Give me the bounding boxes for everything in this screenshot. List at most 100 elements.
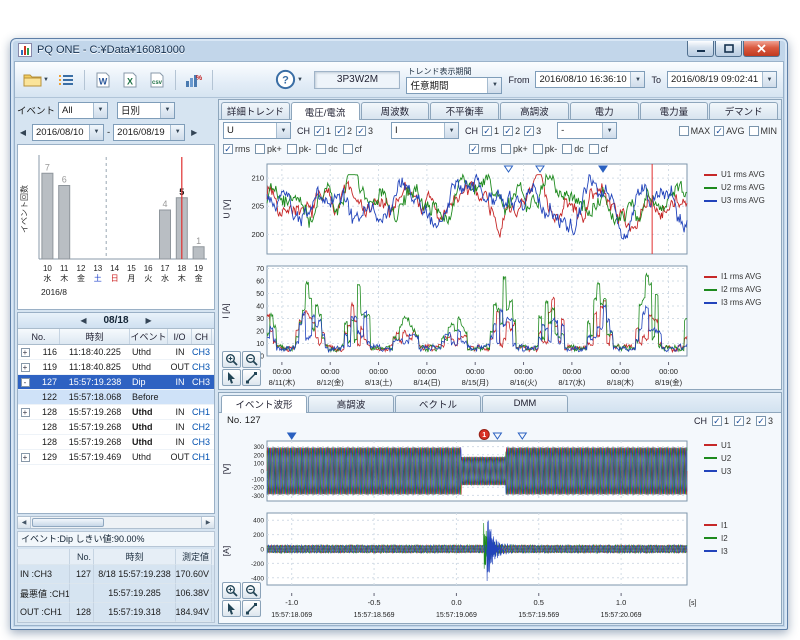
trend-i-pkminus-checkbox-box[interactable] — [533, 144, 543, 154]
dropdown-arrow-icon[interactable]: ▼ — [762, 72, 776, 87]
dropdown-arrow-icon[interactable]: ▼ — [93, 103, 107, 118]
voltage-trend-chart[interactable]: 200205210 — [233, 158, 699, 260]
wave-ch2-checkbox-box[interactable]: ✓ — [734, 416, 744, 426]
tab-wave-harmonics[interactable]: 高調波 — [308, 395, 394, 412]
trend-u-ch2-checkbox[interactable]: ✓2 — [335, 126, 352, 136]
close-button[interactable] — [743, 41, 780, 57]
tab-vector[interactable]: ベクトル — [395, 395, 481, 412]
trend-i-rms-checkbox-box[interactable]: ✓ — [469, 144, 479, 154]
row-expander[interactable]: + — [18, 453, 32, 462]
trend-i-ch1-checkbox-box[interactable]: ✓ — [482, 126, 492, 136]
extra-item-select[interactable]: -▼ — [557, 122, 617, 139]
event-row-119[interactable]: +11911:18:40.825UthdOUTCH3 — [18, 360, 214, 375]
dropdown-arrow-icon[interactable]: ▼ — [444, 123, 458, 138]
trend-period-select[interactable]: 任意期間 ▼ — [406, 77, 502, 94]
wave-ch1-checkbox[interactable]: ✓1 — [712, 416, 729, 426]
dropdown-arrow-icon[interactable]: ▼ — [602, 123, 616, 138]
event-count-bar-chart[interactable]: 710水611木12金13土14日15月16火417水518木119金イベント回… — [19, 147, 211, 307]
trend-i-cf-checkbox-box[interactable] — [589, 144, 599, 154]
expand-icon[interactable]: + — [21, 363, 30, 372]
trend-u-rms-checkbox[interactable]: ✓rms — [223, 144, 250, 154]
trend-stat-min-checkbox-box[interactable] — [749, 126, 759, 136]
trend-u-ch1-checkbox-box[interactable]: ✓ — [314, 126, 324, 136]
trend-zoom-in-button[interactable] — [222, 351, 241, 368]
wave-ch3-checkbox[interactable]: ✓3 — [756, 416, 773, 426]
current-trend-chart[interactable]: 010203040506070 — [233, 260, 699, 362]
collapse-icon[interactable]: - — [21, 378, 30, 387]
trend-i-ch3-checkbox[interactable]: ✓3 — [524, 126, 541, 136]
trend-u-pkminus-checkbox[interactable]: pk- — [287, 144, 312, 154]
trend-i-dc-checkbox-box[interactable] — [562, 144, 572, 154]
from-datetime-input[interactable]: 2016/08/10 16:36:10 ▼ — [535, 71, 645, 88]
trend-stat-max-checkbox[interactable]: MAX — [679, 126, 711, 136]
trend-u-ch3-checkbox-box[interactable]: ✓ — [356, 126, 366, 136]
trend-u-dc-checkbox[interactable]: dc — [316, 144, 338, 154]
trend-i-ch2-checkbox[interactable]: ✓2 — [503, 126, 520, 136]
scrollbar-thumb[interactable] — [32, 518, 104, 527]
trend-u-pkplus-checkbox[interactable]: pk+ — [255, 144, 282, 154]
tab-unbalance[interactable]: 不平衡率 — [430, 102, 499, 119]
trend-i-ch2-checkbox-box[interactable]: ✓ — [503, 126, 513, 136]
trend-u-cf-checkbox-box[interactable] — [343, 144, 353, 154]
harmonic-graph-icon[interactable]: % — [182, 68, 206, 92]
prev-day-button[interactable]: ◀ — [77, 316, 89, 325]
trend-i-pkplus-checkbox-box[interactable] — [501, 144, 511, 154]
tab-detail-trend[interactable]: 詳細トレンド — [221, 102, 290, 119]
tab-event-waveform[interactable]: イベント波形 — [221, 395, 307, 413]
tab-voltage-current[interactable]: 電圧/電流 — [291, 102, 360, 120]
trend-u-dc-checkbox-box[interactable] — [316, 144, 326, 154]
dropdown-arrow-icon[interactable]: ▼ — [170, 125, 184, 140]
open-folder-icon-dropdown-arrow[interactable]: ▼ — [43, 77, 49, 83]
voltage-item-select[interactable]: U▼ — [223, 122, 291, 139]
scroll-right-button[interactable]: ▶ — [201, 517, 214, 528]
dropdown-arrow-icon[interactable]: ▼ — [487, 78, 501, 93]
help-icon-dropdown-arrow[interactable]: ▼ — [297, 77, 303, 83]
trend-stat-min-checkbox[interactable]: MIN — [749, 126, 778, 136]
dropdown-arrow-icon[interactable]: ▼ — [160, 103, 174, 118]
tab-power[interactable]: 電力 — [570, 102, 639, 119]
tab-harmonics[interactable]: 高調波 — [500, 102, 569, 119]
export-csv-icon[interactable]: csv — [145, 68, 169, 92]
expand-icon[interactable]: + — [21, 453, 30, 462]
event-row-127[interactable]: -12715:57:19.238DipINCH3 — [18, 375, 214, 390]
event-row-116[interactable]: +11611:18:40.225UthdINCH3 — [18, 345, 214, 360]
wave-ch1-checkbox-box[interactable]: ✓ — [712, 416, 722, 426]
waveform-cursor-button[interactable] — [222, 600, 241, 617]
waveform-zoom-out-button[interactable] — [242, 582, 261, 599]
expand-icon[interactable]: + — [21, 408, 30, 417]
next-range-button[interactable]: ▶ — [188, 128, 200, 137]
current-waveform-chart[interactable]: -400-2000200400 — [233, 509, 699, 593]
event-list-icon[interactable] — [54, 68, 78, 92]
trend-stat-max-checkbox-box[interactable] — [679, 126, 689, 136]
event-list-hscrollbar[interactable]: ◀ ▶ — [17, 516, 215, 529]
trend-u-pkminus-checkbox-box[interactable] — [287, 144, 297, 154]
trend-u-rms-checkbox-box[interactable]: ✓ — [223, 144, 233, 154]
trend-stat-avg-checkbox[interactable]: ✓AVG — [714, 126, 744, 136]
waveform-zoom-in-button[interactable] — [222, 582, 241, 599]
minimize-button[interactable] — [687, 41, 714, 57]
next-day-button[interactable]: ▶ — [143, 316, 155, 325]
trend-stat-avg-checkbox-box[interactable]: ✓ — [714, 126, 724, 136]
view-mode-select[interactable]: 日別 ▼ — [117, 102, 175, 119]
date-from-select[interactable]: 2016/08/10 ▼ — [32, 124, 104, 141]
trend-u-ch1-checkbox[interactable]: ✓1 — [314, 126, 331, 136]
dropdown-arrow-icon[interactable]: ▼ — [89, 125, 103, 140]
row-expander[interactable]: + — [18, 363, 32, 372]
trend-cursor-button[interactable] — [222, 369, 241, 386]
trend-u-ch3-checkbox[interactable]: ✓3 — [356, 126, 373, 136]
open-folder-icon[interactable]: ▼ — [21, 68, 51, 92]
event-row-128[interactable]: 12815:57:19.268UthdINCH3 — [18, 435, 214, 450]
report-excel-icon[interactable]: X — [118, 68, 142, 92]
tab-dmm[interactable]: DMM — [482, 395, 568, 412]
titlebar[interactable]: PQ ONE - C:¥Data¥16081000 — [14, 39, 784, 61]
dropdown-arrow-icon[interactable]: ▼ — [630, 72, 644, 87]
trend-i-pkminus-checkbox[interactable]: pk- — [533, 144, 558, 154]
wave-ch3-checkbox-box[interactable]: ✓ — [756, 416, 766, 426]
trend-i-ch1-checkbox[interactable]: ✓1 — [482, 126, 499, 136]
tab-frequency[interactable]: 周波数 — [361, 102, 430, 119]
row-expander[interactable]: - — [18, 378, 32, 387]
trend-i-ch3-checkbox-box[interactable]: ✓ — [524, 126, 534, 136]
date-to-select[interactable]: 2016/08/19 ▼ — [113, 124, 185, 141]
trend-i-cf-checkbox[interactable]: cf — [589, 144, 608, 154]
trend-u-pkplus-checkbox-box[interactable] — [255, 144, 265, 154]
